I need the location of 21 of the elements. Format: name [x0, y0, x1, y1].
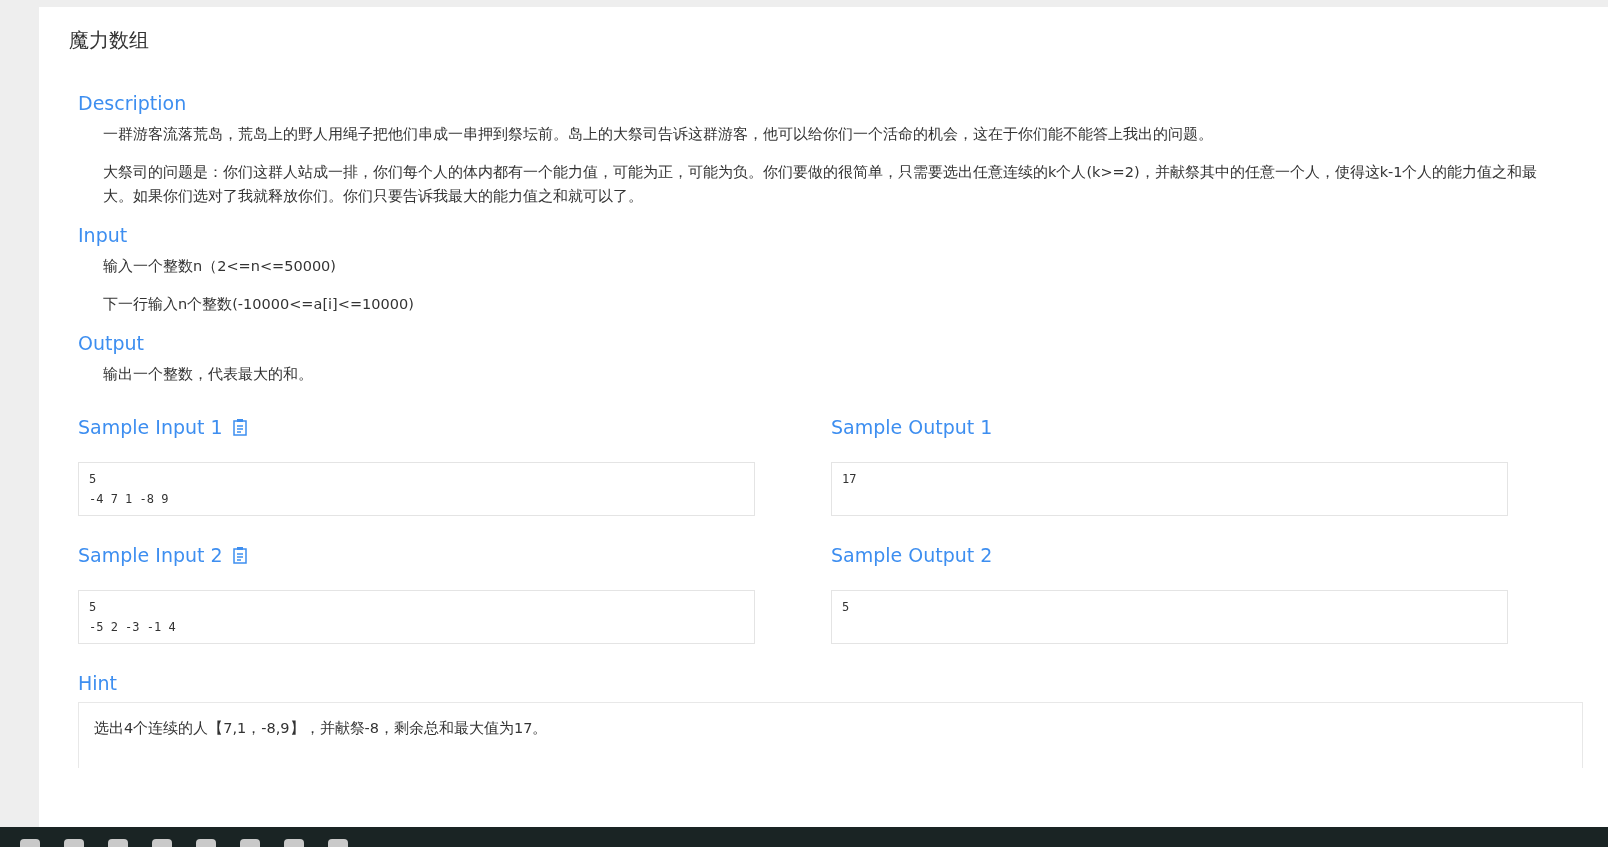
paragraph: 一群游客流落荒岛，荒岛上的野人用绳子把他们串成一串押到祭坛前。岛上的大祭司告诉这群游客，他可以给你们一个活命的机会，这在于你们能不能答上我出的问题。 [103, 125, 1214, 144]
paragraph: 输入一个整数n（2<=n<=50000) [103, 257, 337, 276]
section-heading: Input [78, 223, 129, 248]
paragraph: 下一行输入n个整数(-10000<=a[i]<=10000) [103, 295, 415, 314]
clipboard-icon[interactable] [232, 418, 247, 436]
sample-heading: Sample Output 2 [831, 543, 994, 568]
sample-heading: Sample Input 1 [78, 416, 223, 438]
problem-title: 魔力数组 [69, 27, 150, 54]
sample-input-box: 5 -4 7 1 -8 9 [78, 462, 755, 516]
section-heading: Description [78, 91, 188, 116]
sample-heading: Sample Input 2 [78, 544, 223, 566]
sample-output-box: 17 [831, 462, 1508, 516]
sample-output-box: 5 [831, 590, 1508, 644]
sample-input-box: 5 -5 2 -3 -1 4 [78, 590, 755, 644]
hint-box: 选出4个连续的人【7,1，-8,9】，并献祭-8，剩余总和最大值为17。 [78, 702, 1583, 768]
paragraph: 输出一个整数，代表最大的和。 [103, 365, 314, 384]
clipboard-icon[interactable] [232, 546, 247, 564]
section-heading: Output [78, 331, 145, 356]
sample-heading: Sample Output 1 [831, 415, 994, 440]
paragraph: 大祭司的问题是：你们这群人站成一排，你们每个人的体内都有一个能力值，可能为正，可能为负。你们要做的很简单，只需要选出任意连续的k个人(k>=2)，并献祭其中的任意一个人，使得这k-1个人的能力值之和最大。如果你们选对了我就释放你们。你们只要告诉我最大的能力值之和就可以了。 [103, 163, 1539, 206]
section-heading: Hint [78, 671, 119, 696]
